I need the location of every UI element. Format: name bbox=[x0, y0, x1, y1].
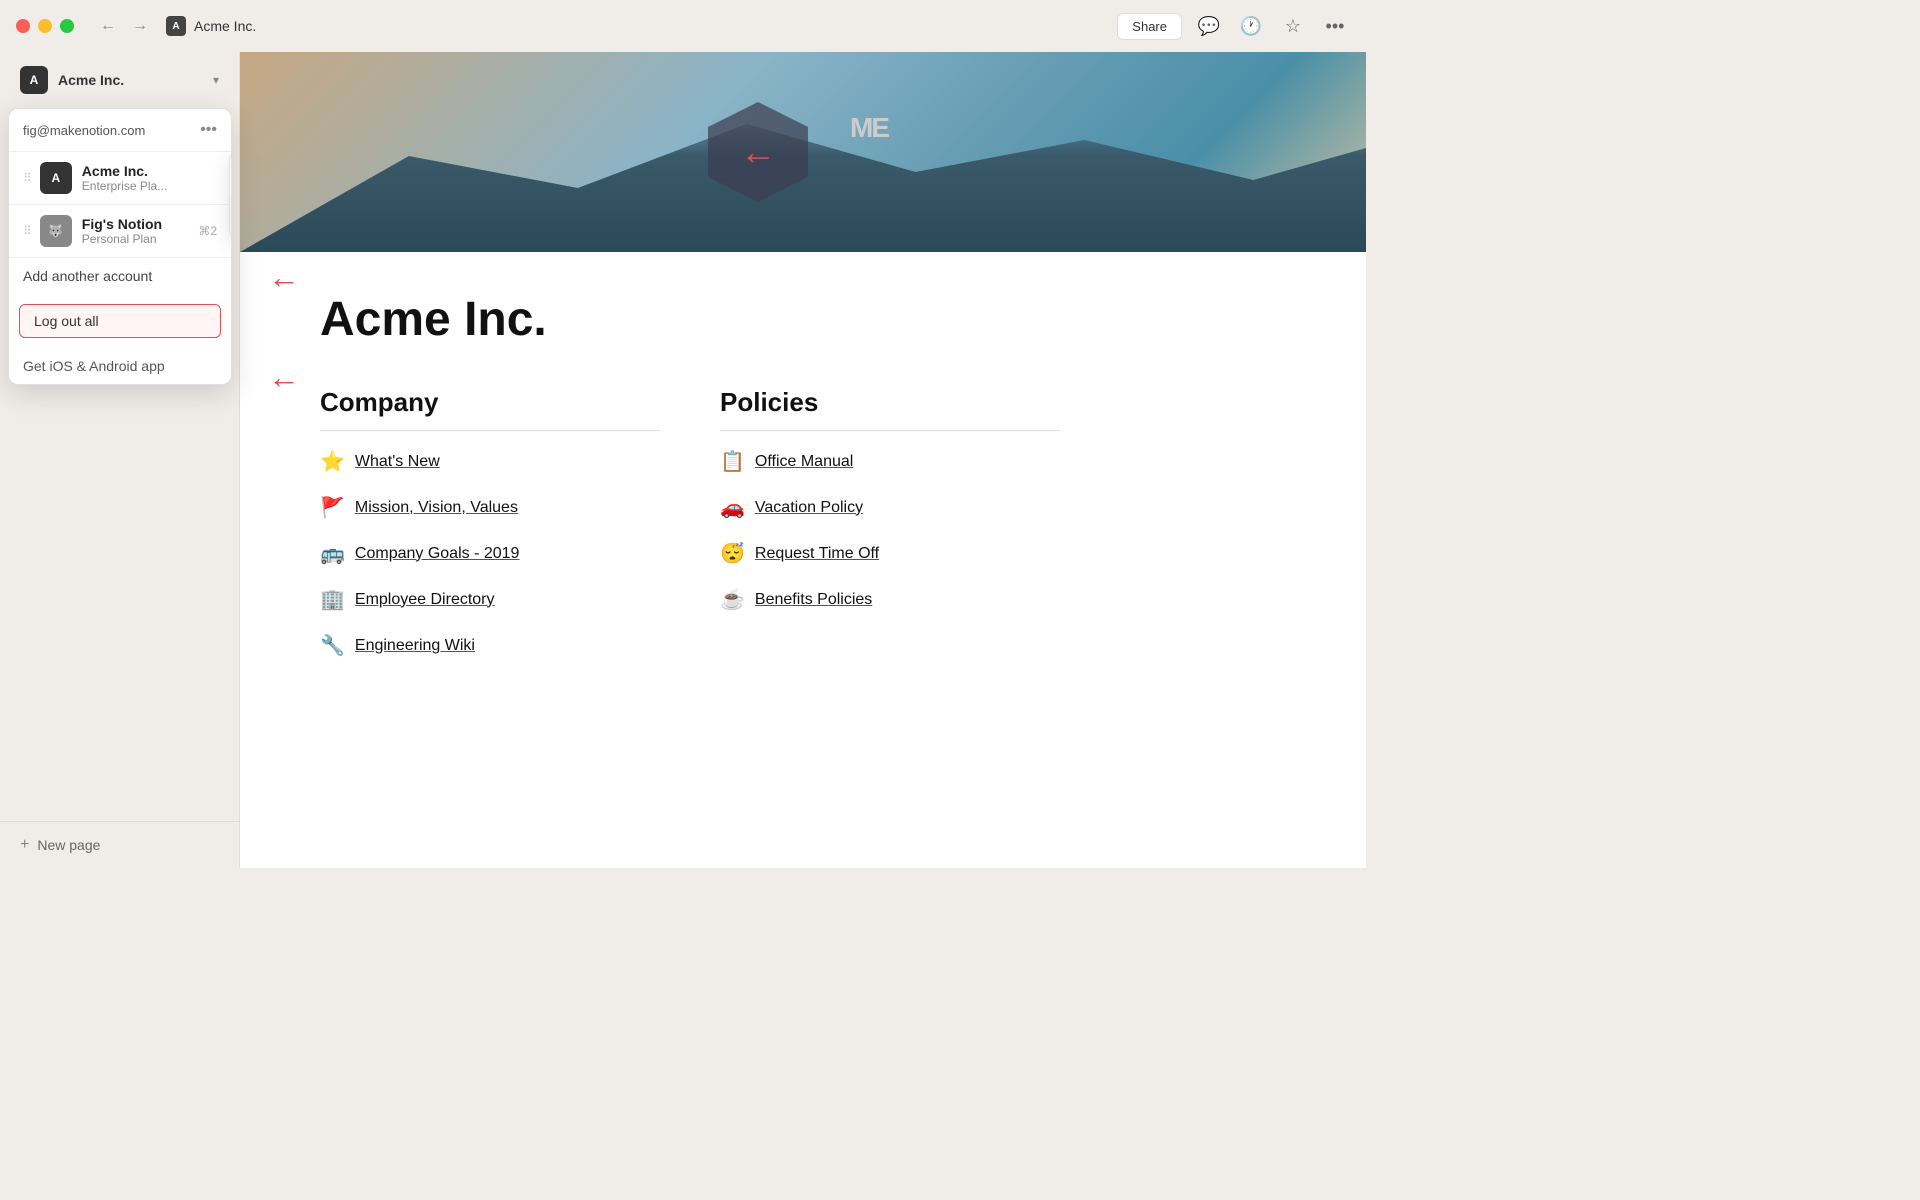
traffic-lights bbox=[16, 19, 74, 33]
car-icon: 🚗 bbox=[720, 495, 745, 520]
nav-arrows: ← → bbox=[94, 12, 154, 40]
wrench-icon: 🔧 bbox=[320, 633, 345, 658]
titlebar-title: Acme Inc. bbox=[194, 18, 256, 34]
account-dropdown: fig@makenotion.com ••• ⠿ A Acme Inc. Ent… bbox=[0, 104, 240, 389]
sleepy-icon: 😴 bbox=[720, 541, 745, 566]
company-heading: Company bbox=[320, 387, 660, 431]
workspace-chevron-icon: ▾ bbox=[213, 73, 219, 87]
add-another-account-button[interactable]: Add another account bbox=[9, 258, 231, 294]
log-out-all-button[interactable]: Log out all bbox=[19, 304, 221, 338]
history-icon[interactable]: 🕐 bbox=[1236, 11, 1266, 41]
flag-icon: 🚩 bbox=[320, 495, 345, 520]
mission-text: Mission, Vision, Values bbox=[355, 499, 518, 517]
policies-heading: Policies bbox=[720, 387, 1060, 431]
acme-plan: Enterprise Pla... bbox=[82, 179, 217, 193]
acme-workspace-entry[interactable]: ⠿ A Acme Inc. Enterprise Pla... bbox=[9, 152, 231, 205]
acme-text-overlay: ME bbox=[850, 112, 888, 144]
drag-handle-icon: ⠿ bbox=[23, 171, 32, 185]
workspace-entry-container: ⠿ A Acme Inc. Enterprise Pla... + bbox=[9, 152, 231, 205]
titlebar-workspace-icon: A bbox=[166, 16, 186, 36]
coffee-icon: ☕ bbox=[720, 587, 745, 612]
fullscreen-button[interactable] bbox=[60, 19, 74, 33]
hex-arrow-icon: ← bbox=[740, 131, 776, 173]
account-email: fig@makenotion.com bbox=[23, 123, 145, 138]
hexagon-logo: ← bbox=[708, 102, 808, 202]
policies-column: Policies 📋 Office Manual 🚗 Vacation Poli… bbox=[720, 387, 1060, 669]
minimize-button[interactable] bbox=[38, 19, 52, 33]
share-button[interactable]: Share bbox=[1117, 13, 1182, 40]
page-title: Acme Inc. bbox=[320, 292, 1060, 347]
link-directory[interactable]: 🏢 Employee Directory bbox=[320, 577, 660, 623]
page-content-area: Acme Inc. Company ⭐ What's New 🚩 Mission… bbox=[240, 252, 1140, 709]
join-create-workspace-item[interactable]: + Join or create workspace bbox=[230, 153, 232, 195]
whats-new-text: What's New bbox=[355, 453, 440, 471]
link-vacation[interactable]: 🚗 Vacation Policy bbox=[720, 485, 1060, 531]
account-panel: fig@makenotion.com ••• ⠿ A Acme Inc. Ent… bbox=[8, 108, 232, 385]
arrow-indicator-1: ← bbox=[268, 259, 300, 296]
log-out-item[interactable]: ✕ Log out bbox=[230, 195, 232, 237]
back-button[interactable]: ← bbox=[94, 12, 122, 40]
chat-icon[interactable]: 💬 bbox=[1194, 11, 1224, 41]
close-button[interactable] bbox=[16, 19, 30, 33]
app-body: A Acme Inc. ▾ SHARED PRIVATE 🎨 Templates… bbox=[0, 52, 1366, 868]
link-office-manual[interactable]: 📋 Office Manual bbox=[720, 439, 1060, 485]
submenu-popup: + Join or create workspace ✕ Log out bbox=[229, 152, 232, 238]
fig-logo: 🐺 bbox=[40, 215, 72, 247]
page-cover: ← ME bbox=[240, 52, 1366, 252]
acme-name: Acme Inc. bbox=[82, 163, 217, 179]
workspace-logo: A bbox=[20, 66, 48, 94]
forward-button[interactable]: → bbox=[126, 12, 154, 40]
new-page-button[interactable]: + New page bbox=[6, 830, 233, 860]
link-whats-new[interactable]: ⭐ What's New bbox=[320, 439, 660, 485]
titlebar-actions: Share 💬 🕐 ☆ ••• bbox=[1117, 11, 1350, 41]
acme-info: Acme Inc. Enterprise Pla... bbox=[82, 163, 217, 193]
vacation-text: Vacation Policy bbox=[755, 499, 863, 517]
workspace-shortcut: ⌘2 bbox=[198, 224, 217, 238]
favorite-icon[interactable]: ☆ bbox=[1278, 11, 1308, 41]
office-manual-text: Office Manual bbox=[755, 453, 853, 471]
main-content: ← ME Acme Inc. Company ⭐ What's New 🚩 bbox=[240, 52, 1366, 868]
workspace-name-label: Acme Inc. bbox=[58, 72, 124, 88]
building-icon: 🏢 bbox=[320, 587, 345, 612]
link-benefits[interactable]: ☕ Benefits Policies bbox=[720, 577, 1060, 623]
goals-text: Company Goals - 2019 bbox=[355, 545, 520, 563]
two-column-layout: Company ⭐ What's New 🚩 Mission, Vision, … bbox=[320, 387, 1060, 669]
sidebar: A Acme Inc. ▾ SHARED PRIVATE 🎨 Templates… bbox=[0, 52, 240, 868]
link-time-off[interactable]: 😴 Request Time Off bbox=[720, 531, 1060, 577]
drag-handle-icon-2: ⠿ bbox=[23, 224, 32, 238]
benefits-text: Benefits Policies bbox=[755, 591, 872, 609]
account-menu-icon[interactable]: ••• bbox=[200, 121, 217, 139]
company-column: Company ⭐ What's New 🚩 Mission, Vision, … bbox=[320, 387, 660, 669]
link-mission[interactable]: 🚩 Mission, Vision, Values bbox=[320, 485, 660, 531]
link-engineering[interactable]: 🔧 Engineering Wiki bbox=[320, 623, 660, 669]
engineering-text: Engineering Wiki bbox=[355, 637, 475, 655]
fig-workspace-entry[interactable]: ⠿ 🐺 Fig's Notion Personal Plan ⌘2 bbox=[9, 205, 231, 258]
link-goals[interactable]: 🚌 Company Goals - 2019 bbox=[320, 531, 660, 577]
star-icon: ⭐ bbox=[320, 449, 345, 474]
clipboard-icon: 📋 bbox=[720, 449, 745, 474]
new-page-label: New page bbox=[37, 837, 100, 853]
directory-text: Employee Directory bbox=[355, 591, 495, 609]
plus-icon: + bbox=[20, 836, 29, 854]
fig-info: Fig's Notion Personal Plan bbox=[82, 216, 199, 246]
fig-plan: Personal Plan bbox=[82, 232, 199, 246]
titlebar: ← → A Acme Inc. Share 💬 🕐 ☆ ••• bbox=[0, 0, 1366, 52]
sidebar-bottom: + New page bbox=[0, 821, 239, 868]
get-app-button[interactable]: Get iOS & Android app bbox=[9, 348, 231, 384]
workspace-switcher[interactable]: A Acme Inc. ▾ bbox=[6, 60, 233, 100]
time-off-text: Request Time Off bbox=[755, 545, 879, 563]
arrow-indicator-2: ← bbox=[268, 359, 300, 396]
fig-name: Fig's Notion bbox=[82, 216, 199, 232]
page-logo-container: ← ME bbox=[708, 102, 808, 202]
more-icon[interactable]: ••• bbox=[1320, 11, 1350, 41]
bus-icon: 🚌 bbox=[320, 541, 345, 566]
acme-logo: A bbox=[40, 162, 72, 194]
account-header: fig@makenotion.com ••• bbox=[9, 109, 231, 152]
